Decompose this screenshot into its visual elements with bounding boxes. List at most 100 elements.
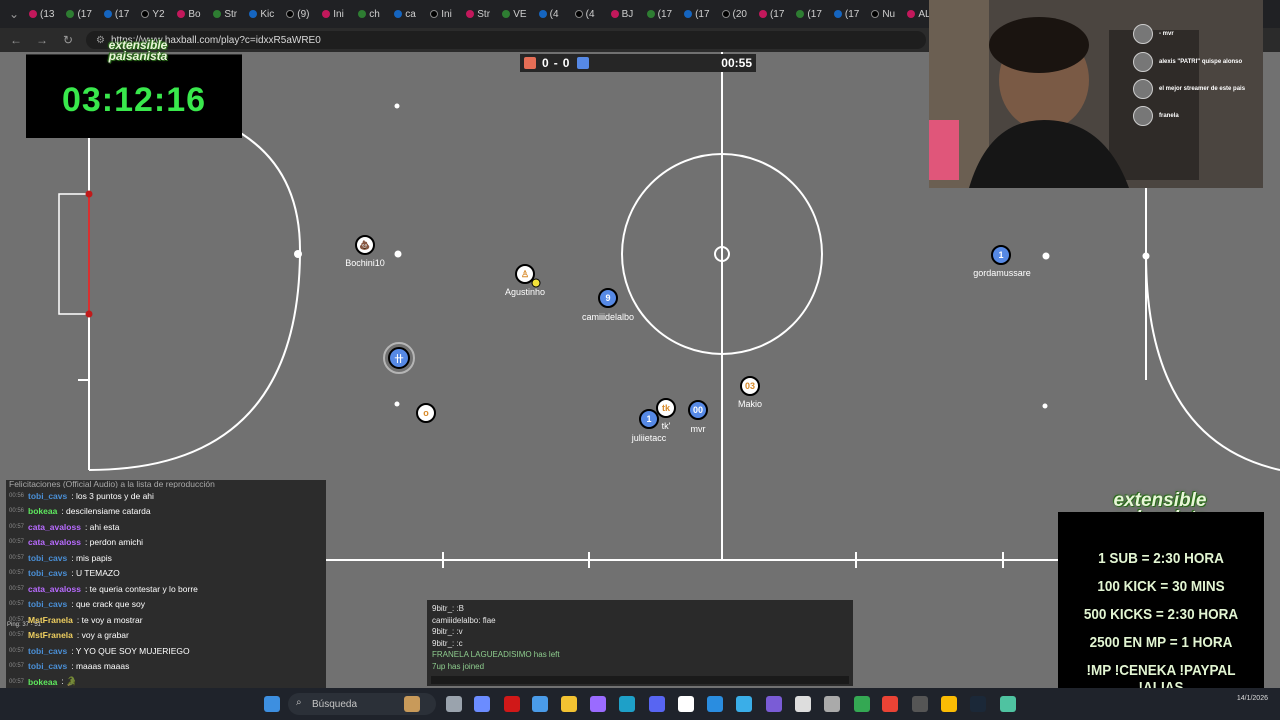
chat-message: 00:56 tobi_cavs: los 3 puntos y de ahi bbox=[6, 488, 326, 504]
chat-username[interactable]: cata_avaloss bbox=[28, 537, 81, 547]
browser-tab[interactable]: Y2 bbox=[136, 3, 170, 25]
player-disc: tk bbox=[656, 398, 676, 418]
browser-tab[interactable]: Str bbox=[208, 3, 242, 25]
browser-tab[interactable]: Nu bbox=[866, 3, 900, 25]
browser-tab[interactable]: Bo bbox=[172, 3, 206, 25]
browser-tab[interactable]: (17 bbox=[791, 3, 826, 25]
chat-username[interactable]: tobi_cavs bbox=[28, 568, 67, 578]
browser-tab[interactable]: VE bbox=[497, 3, 531, 25]
browser-tab[interactable]: (17 bbox=[754, 3, 789, 25]
chat-username[interactable]: tobi_cavs bbox=[28, 599, 67, 609]
copilot-icon[interactable] bbox=[474, 696, 490, 712]
chrome-icon[interactable] bbox=[941, 696, 957, 712]
tab-label: VE bbox=[513, 8, 527, 20]
folder-icon[interactable] bbox=[561, 696, 577, 712]
browser-tab[interactable]: (20 bbox=[717, 3, 752, 25]
chat-timestamp: 00:57 bbox=[9, 585, 25, 592]
chat-username[interactable]: tobi_cavs bbox=[28, 491, 67, 501]
haxball-icon[interactable] bbox=[1000, 696, 1016, 712]
store-icon[interactable] bbox=[532, 696, 548, 712]
game-chat-input[interactable] bbox=[431, 676, 849, 684]
tab-label: (17 bbox=[114, 8, 130, 20]
player-avatar: o bbox=[423, 408, 429, 418]
tab-favicon-icon bbox=[538, 10, 547, 18]
edge-icon[interactable] bbox=[619, 696, 635, 712]
match-clock: 00:55 bbox=[721, 56, 752, 70]
back-icon[interactable]: ← bbox=[8, 33, 24, 47]
browser-tab[interactable]: Ini bbox=[317, 3, 351, 25]
promo-line: 500 KICKS = 2:30 HORA bbox=[1083, 606, 1239, 623]
chat-username[interactable]: cata_avaloss bbox=[28, 584, 81, 594]
chat-text: : ahi esta bbox=[84, 521, 120, 532]
capcut-icon[interactable] bbox=[678, 696, 694, 712]
avatar bbox=[1133, 52, 1153, 72]
tab-label: Str bbox=[224, 8, 238, 20]
chat-text: : te queria contestar y lo borre bbox=[84, 583, 198, 594]
browser-tab[interactable]: (17 bbox=[642, 3, 677, 25]
chat-message: 00:57 cata_avaloss: ahi esta bbox=[6, 519, 326, 535]
player-disc: o bbox=[416, 403, 436, 423]
opera-icon[interactable] bbox=[504, 696, 520, 712]
app-icon[interactable] bbox=[766, 696, 782, 712]
browser-tab[interactable]: (17 bbox=[61, 3, 96, 25]
browser-tab[interactable]: ca bbox=[389, 3, 423, 25]
pen-icon[interactable] bbox=[590, 696, 606, 712]
chat-username[interactable]: bokeaa bbox=[28, 506, 57, 516]
chat-timestamp: 00:57 bbox=[9, 647, 25, 654]
browser-tab[interactable]: Ini bbox=[425, 3, 459, 25]
browser-tab[interactable]: Str bbox=[461, 3, 495, 25]
chat-username[interactable]: tobi_cavs bbox=[28, 553, 67, 563]
tab-list-chevron-icon[interactable]: ⌄ bbox=[6, 7, 22, 21]
browser-tab[interactable]: (17 bbox=[679, 3, 714, 25]
webcam-chat-name: franela bbox=[1159, 113, 1179, 119]
widget-icon[interactable] bbox=[404, 696, 420, 712]
tab-favicon-icon bbox=[103, 10, 112, 18]
webcam-chat-name: el mejor streamer de este pais bbox=[1159, 86, 1246, 92]
browser-tab[interactable]: ch bbox=[353, 3, 387, 25]
browser-tab[interactable]: (4 bbox=[534, 3, 568, 25]
gear-icon[interactable] bbox=[824, 696, 840, 712]
tab-label: Y2 bbox=[152, 8, 165, 20]
windows-taskbar bbox=[0, 688, 1280, 720]
tab-label: (17 bbox=[844, 8, 860, 20]
webcam-chat-name: - mvr bbox=[1159, 31, 1174, 37]
player-avatar: 9 bbox=[605, 293, 611, 303]
chat-username[interactable]: cata_avaloss bbox=[28, 522, 81, 532]
stream-chat: Felicitaciones (Official Audio) a la lis… bbox=[6, 480, 326, 688]
steam-icon[interactable] bbox=[970, 696, 986, 712]
browser-tab[interactable]: Kic bbox=[244, 3, 279, 25]
browser-tab[interactable]: (4 bbox=[570, 3, 604, 25]
chat-username[interactable]: MstFranela bbox=[28, 630, 73, 640]
red-score: 0 bbox=[542, 56, 549, 70]
chat-username[interactable]: tobi_cavs bbox=[28, 661, 67, 671]
settings-icon[interactable] bbox=[795, 696, 811, 712]
file-icon[interactable] bbox=[446, 696, 462, 712]
edge-dev-icon[interactable] bbox=[736, 696, 752, 712]
tab-favicon-icon bbox=[502, 10, 511, 18]
player-name: juliietacc bbox=[631, 433, 667, 443]
tab-label: Ini bbox=[441, 8, 452, 20]
browser-tab[interactable]: (13 bbox=[24, 3, 59, 25]
forward-icon[interactable]: → bbox=[34, 33, 50, 47]
tab-favicon-icon bbox=[66, 10, 75, 18]
reload-icon[interactable]: ↻ bbox=[60, 33, 76, 47]
terminal-icon[interactable] bbox=[912, 696, 928, 712]
vscode-icon[interactable] bbox=[707, 696, 723, 712]
chat-username[interactable]: tobi_cavs bbox=[28, 646, 67, 656]
player-name: Makio bbox=[737, 399, 763, 409]
windows-start-icon[interactable] bbox=[264, 696, 280, 712]
browser-tab[interactable]: (9) bbox=[281, 3, 315, 25]
player-avatar: ♙ bbox=[520, 268, 530, 279]
browser-tab[interactable]: (17 bbox=[99, 3, 134, 25]
discord-icon[interactable] bbox=[649, 696, 665, 712]
url-field[interactable]: ⚙ https://www.haxball.com/play?c=idxxR5a… bbox=[86, 31, 926, 49]
browser-tab[interactable]: BJ bbox=[606, 3, 640, 25]
avatar bbox=[1133, 79, 1153, 99]
browser-tab[interactable]: (17 bbox=[829, 3, 864, 25]
tab-favicon-icon bbox=[758, 10, 767, 18]
chrome-icon[interactable] bbox=[854, 696, 870, 712]
chat-timestamp: 00:57 bbox=[9, 554, 25, 561]
chrome-beta-icon[interactable] bbox=[882, 696, 898, 712]
tab-label: ca bbox=[405, 8, 416, 20]
chat-username[interactable]: bokeaa bbox=[28, 677, 57, 687]
